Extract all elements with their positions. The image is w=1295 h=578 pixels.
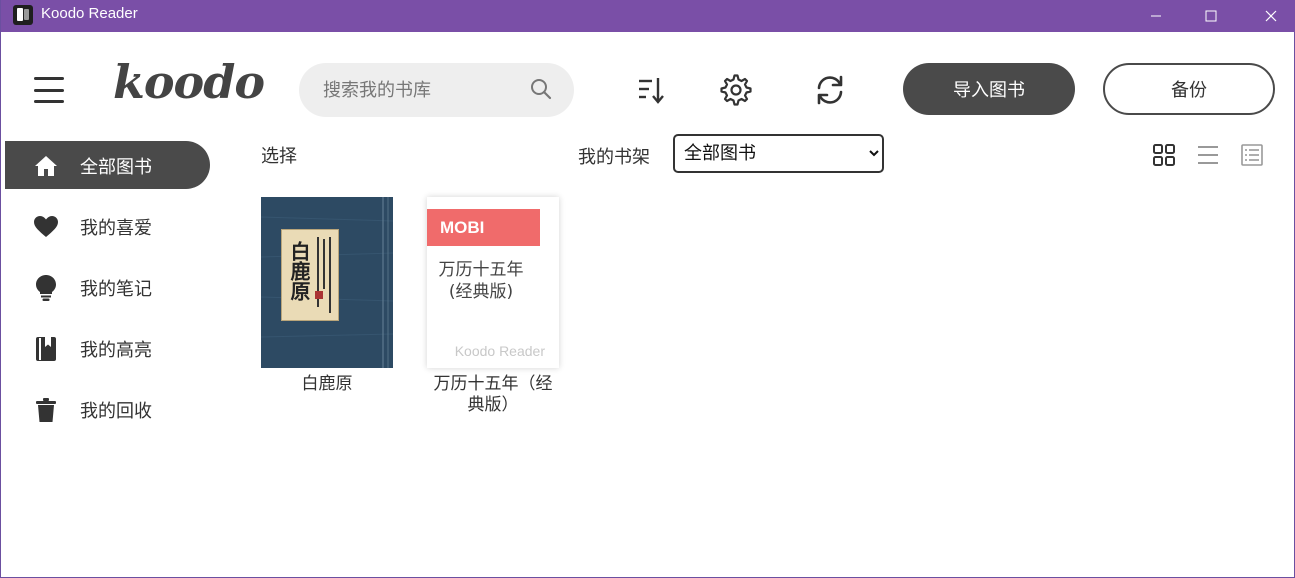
search-input[interactable] (323, 77, 523, 103)
select-mode-link[interactable]: 选择 (261, 142, 297, 168)
sidebar-item-favorites[interactable]: 我的喜爱 (5, 202, 210, 250)
sidebar-item-label: 全部图书 (80, 157, 152, 178)
sidebar-item-trash[interactable]: 我的回收 (5, 385, 210, 433)
import-books-button[interactable]: 导入图书 (903, 63, 1075, 115)
cover-brand: Koodo Reader (454, 343, 545, 359)
shelf-label: 我的书架 (578, 147, 650, 168)
maximize-icon (1205, 10, 1217, 22)
book-title: 白鹿原 (301, 374, 353, 394)
detail-view-icon[interactable] (1239, 142, 1265, 168)
hamburger-menu-icon[interactable] (34, 77, 64, 103)
backup-button[interactable]: 备份 (1103, 63, 1275, 115)
sidebar-item-label: 我的回收 (80, 401, 152, 422)
search-box[interactable] (299, 63, 574, 117)
list-view-icon[interactable] (1195, 142, 1221, 168)
heart-icon (33, 214, 59, 240)
lightbulb-icon (33, 275, 59, 301)
sidebar-item-label: 我的喜爱 (80, 218, 152, 239)
search-icon[interactable] (529, 77, 553, 105)
book-card[interactable]: MOBI 万历十五年(经典版) Koodo Reader 万历十五年（经典版） (427, 197, 559, 416)
book-title: 万历十五年（经典版） (433, 374, 553, 415)
trash-icon (33, 397, 59, 423)
settings-gear-icon[interactable] (716, 70, 756, 110)
cover-small-text-icon (315, 237, 331, 313)
grid-view-icon[interactable] (1151, 142, 1177, 168)
sort-icon[interactable] (631, 70, 671, 110)
sidebar-item-highlights[interactable]: 我的高亮 (5, 324, 210, 372)
title-bar: Koodo Reader (1, 0, 1295, 32)
format-badge: MOBI (427, 209, 540, 246)
cover-calligraphy: 白鹿原 (287, 241, 311, 301)
sidebar-item-label: 我的高亮 (80, 340, 152, 361)
book-cover[interactable]: 白鹿原 (261, 197, 393, 368)
shelf-dropdown[interactable]: 全部图书 (673, 134, 884, 173)
book-cover[interactable]: MOBI 万历十五年(经典版) Koodo Reader (427, 197, 559, 368)
sidebar-item-all-books[interactable]: 全部图书 (5, 141, 210, 189)
window-title: Koodo Reader (41, 5, 138, 22)
home-icon (33, 153, 59, 179)
minimize-button[interactable] (1126, 0, 1186, 32)
cover-title: 万历十五年(经典版) (438, 260, 524, 302)
sidebar: 全部图书 我的喜爱 我的笔记 我的高亮 我的回收 (5, 141, 215, 446)
app-window: Koodo Reader koodo 搜索我的书库 导入图书 备份 全部图书 我… (0, 0, 1295, 578)
sync-icon[interactable] (810, 70, 850, 110)
sidebar-item-notes[interactable]: 我的笔记 (5, 263, 210, 311)
close-icon (1265, 10, 1277, 22)
maximize-button[interactable] (1181, 0, 1241, 32)
bookmark-book-icon (33, 336, 59, 362)
close-button[interactable] (1241, 0, 1295, 32)
koodo-logo: koodo (113, 55, 265, 109)
app-logo-icon (13, 5, 33, 25)
sidebar-item-label: 我的笔记 (80, 279, 152, 300)
book-card[interactable]: 白鹿原 白鹿原 (261, 197, 393, 395)
minimize-icon (1151, 15, 1161, 17)
